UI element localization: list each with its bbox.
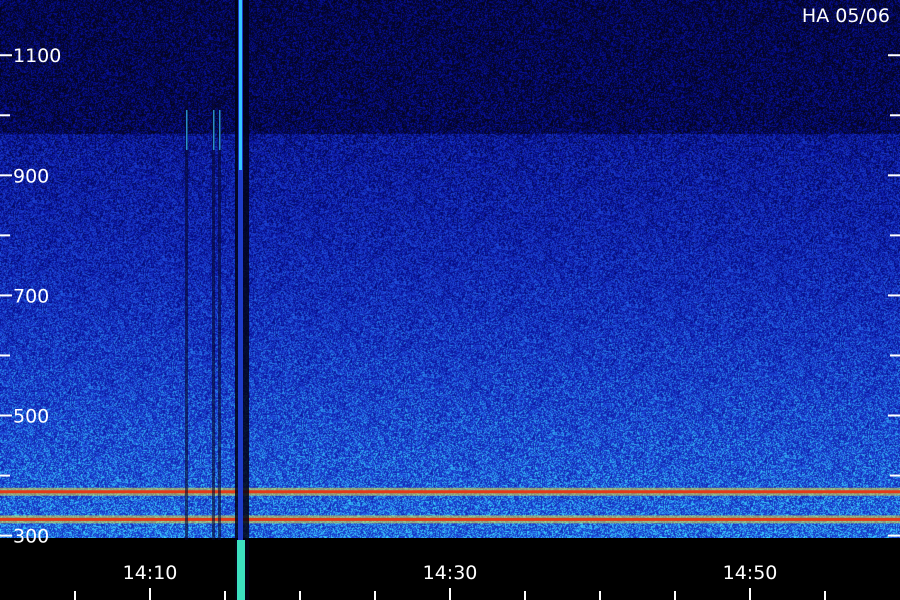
- x-tick-label-1: 14:30: [423, 562, 478, 584]
- interference-line-0: [0, 490, 900, 494]
- chart-title: HA 05/06: [802, 5, 890, 27]
- y-tick-label-3: 900: [13, 165, 49, 187]
- weak-vertical-line-2: [218, 100, 221, 540]
- y-tick-label-0: 300: [13, 526, 49, 548]
- weak-vertical-line-1: [212, 100, 215, 540]
- weak-vertical-line-0: [185, 100, 188, 540]
- y-tick-label-4: 1100: [13, 45, 61, 67]
- y-tick-label-2: 700: [13, 285, 49, 307]
- burst-bottom: [237, 540, 245, 600]
- burst-highlight: [239, 0, 242, 170]
- weak-vertical-spark-2: [219, 110, 221, 150]
- y-tick-label-1: 500: [13, 406, 49, 428]
- spectrogram-chart: 300 500 700 900 1100 14:10 14:30 14:50 HA 05/06: [0, 0, 900, 600]
- weak-vertical-spark-1: [213, 110, 215, 150]
- x-tick-label-0: 14:10: [123, 562, 178, 584]
- spectrogram-image: [0, 0, 900, 538]
- x-tick-label-2: 14:50: [723, 562, 778, 584]
- noise-texture: [0, 0, 900, 538]
- interference-line-1: [0, 517, 900, 521]
- weak-vertical-spark-0: [186, 110, 188, 150]
